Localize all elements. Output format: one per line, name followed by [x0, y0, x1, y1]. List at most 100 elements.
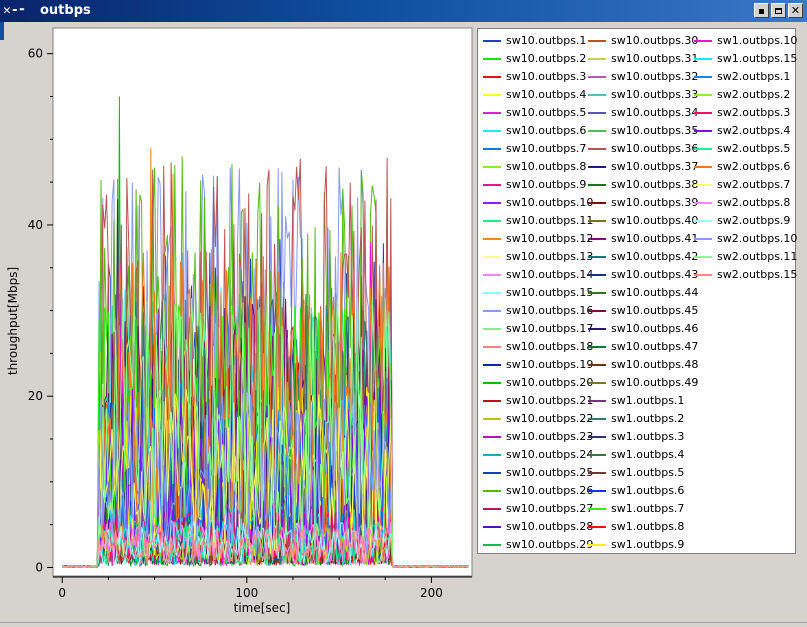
legend-swatch	[694, 94, 712, 96]
legend-swatch	[483, 382, 501, 384]
legend-swatch	[483, 346, 501, 348]
legend-item: sw10.outbps.4	[478, 86, 586, 104]
legend-item: sw10.outbps.49	[583, 374, 698, 392]
legend-swatch	[483, 256, 501, 258]
legend-label: sw1.outbps.6	[611, 484, 685, 497]
legend-swatch	[588, 256, 606, 258]
legend-label: sw10.outbps.17	[506, 322, 594, 335]
legend-swatch	[588, 238, 606, 240]
legend-item: sw10.outbps.31	[583, 50, 698, 68]
y-tick-label: 40	[28, 218, 43, 232]
legend-swatch	[588, 382, 606, 384]
legend-swatch	[588, 454, 606, 456]
legend-swatch	[588, 526, 606, 528]
legend-item: sw10.outbps.45	[583, 302, 698, 320]
legend-swatch	[483, 418, 501, 420]
legend-swatch	[483, 166, 501, 168]
legend-swatch	[483, 436, 501, 438]
legend-swatch	[483, 238, 501, 240]
window-menu-icon[interactable]: ✕-⁃	[3, 2, 37, 19]
legend-item: sw10.outbps.25	[478, 464, 593, 482]
legend-item: sw2.outbps.4	[689, 122, 793, 140]
legend-label: sw2.outbps.3	[717, 106, 791, 119]
legend-label: sw10.outbps.31	[611, 52, 699, 65]
legend-label: sw2.outbps.9	[717, 214, 791, 227]
legend-swatch	[483, 328, 501, 330]
close-button[interactable]: ✕	[788, 3, 803, 18]
legend-swatch	[588, 274, 606, 276]
legend-item: sw2.outbps.7	[689, 176, 793, 194]
legend-label: sw10.outbps.2	[506, 52, 587, 65]
legend-item: sw10.outbps.40	[583, 212, 698, 230]
legend-swatch	[483, 292, 501, 294]
legend-item: sw10.outbps.3	[478, 68, 586, 86]
legend-swatch	[694, 76, 712, 78]
legend-swatch	[694, 148, 712, 150]
legend-label: sw10.outbps.39	[611, 196, 699, 209]
legend-swatch	[483, 94, 501, 96]
legend-item: sw2.outbps.11	[689, 248, 797, 266]
legend-swatch	[694, 202, 712, 204]
legend-swatch	[694, 184, 712, 186]
legend-swatch	[588, 202, 606, 204]
legend-label: sw1.outbps.10	[717, 34, 798, 47]
legend-label: sw10.outbps.4	[506, 88, 587, 101]
legend-label: sw10.outbps.40	[611, 214, 699, 227]
legend-swatch	[694, 112, 712, 114]
legend-swatch	[588, 166, 606, 168]
title-bar[interactable]: ✕-⁃ outbps ✕	[0, 0, 807, 22]
plot-panel: 0 100 200 0 20 40 60 time[sec] throughput[Mbps…	[0, 22, 475, 622]
legend-label: sw2.outbps.6	[717, 160, 791, 173]
legend-item: sw10.outbps.47	[583, 338, 698, 356]
legend-item: sw1.outbps.6	[583, 482, 687, 500]
legend-swatch	[483, 148, 501, 150]
legend-swatch	[483, 184, 501, 186]
legend-item: sw10.outbps.39	[583, 194, 698, 212]
legend-item: sw1.outbps.1	[583, 392, 687, 410]
legend-swatch	[588, 184, 606, 186]
legend-swatch	[588, 490, 606, 492]
legend-item: sw10.outbps.43	[583, 266, 698, 284]
legend-label: sw1.outbps.2	[611, 412, 685, 425]
window-title: outbps	[40, 3, 91, 18]
legend: sw10.outbps.1 sw10.outbps.2 sw10.outbps.3 s…	[477, 28, 798, 554]
legend-item: sw10.outbps.9	[478, 176, 586, 194]
legend-label: sw10.outbps.5	[506, 106, 587, 119]
x-tick-label: 200	[420, 586, 443, 600]
legend-item: sw10.outbps.5	[478, 104, 586, 122]
legend-label: sw2.outbps.10	[717, 232, 798, 245]
legend-swatch	[694, 220, 712, 222]
legend-item: sw2.outbps.15	[689, 266, 797, 284]
legend-item: sw10.outbps.29	[478, 536, 593, 554]
legend-swatch	[588, 544, 606, 546]
legend-item: sw10.outbps.7	[478, 140, 586, 158]
legend-item: sw10.outbps.46	[583, 320, 698, 338]
legend-item: sw1.outbps.10	[689, 32, 797, 50]
legend-item: sw10.outbps.16	[478, 302, 593, 320]
legend-swatch	[694, 40, 712, 42]
legend-swatch	[694, 256, 712, 258]
minimize-button[interactable]	[754, 3, 769, 18]
legend-item: sw10.outbps.24	[478, 446, 593, 464]
legend-swatch	[588, 148, 606, 150]
legend-item: sw10.outbps.44	[583, 284, 698, 302]
legend-item: sw10.outbps.11	[478, 212, 593, 230]
legend-item: sw2.outbps.2	[689, 86, 793, 104]
legend-label: sw10.outbps.22	[506, 412, 594, 425]
legend-item: sw10.outbps.6	[478, 122, 586, 140]
legend-swatch	[483, 112, 501, 114]
legend-label: sw10.outbps.10	[506, 196, 594, 209]
legend-item: sw1.outbps.7	[583, 500, 687, 518]
legend-label: sw10.outbps.35	[611, 124, 699, 137]
legend-label: sw1.outbps.1	[611, 394, 685, 407]
legend-item: sw10.outbps.1	[478, 32, 586, 50]
legend-item: sw10.outbps.48	[583, 356, 698, 374]
legend-swatch	[483, 364, 501, 366]
legend-swatch	[483, 310, 501, 312]
legend-item: sw1.outbps.15	[689, 50, 797, 68]
maximize-button[interactable]	[771, 3, 786, 18]
legend-label: sw10.outbps.8	[506, 160, 587, 173]
legend-label: sw10.outbps.33	[611, 88, 699, 101]
legend-label: sw10.outbps.49	[611, 376, 699, 389]
close-icon: ✕	[790, 4, 801, 17]
